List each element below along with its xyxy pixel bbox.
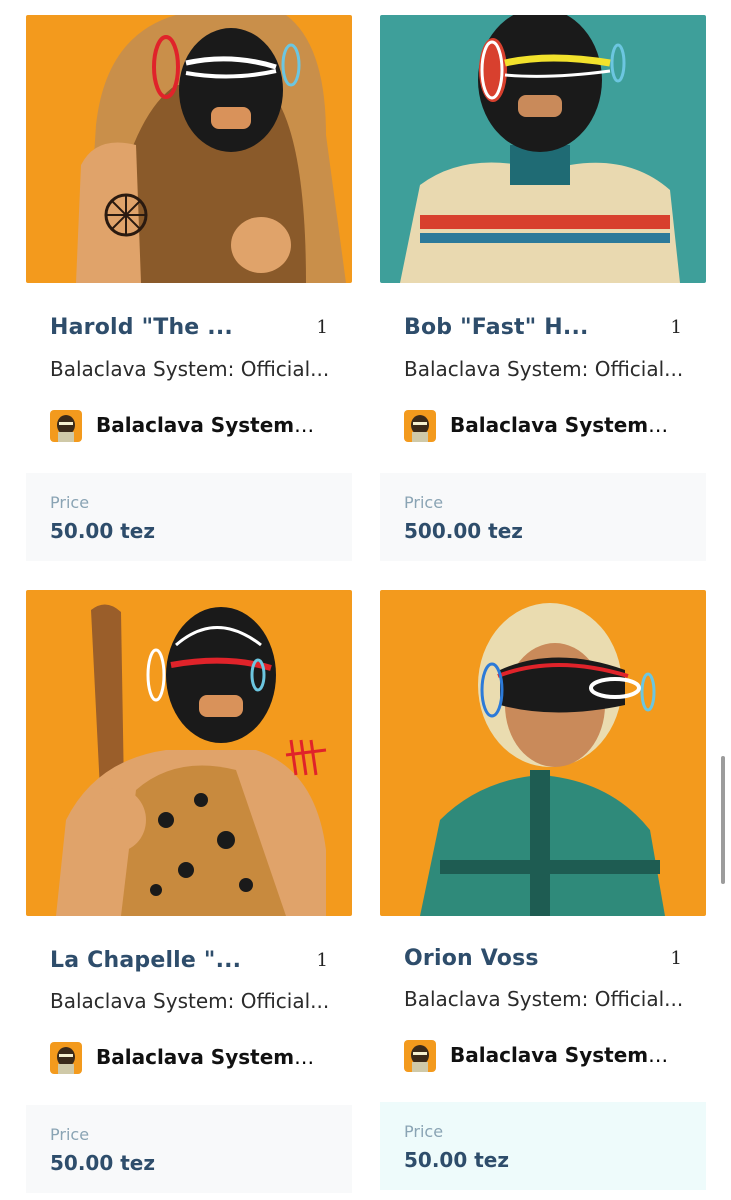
price-box: Price 50.00 tez [380, 1102, 706, 1190]
collection-name[interactable]: Balaclava System: Official... [404, 987, 686, 1011]
nft-artwork-image[interactable] [26, 15, 352, 283]
nft-card[interactable]: La Chapelle "... 1 Balaclava System: Off… [26, 590, 352, 1195]
creator-name: Balaclava System [96, 1045, 295, 1069]
nft-title[interactable]: La Chapelle "... [50, 948, 290, 973]
price-value: 50.00 tez [50, 1151, 155, 1175]
nft-card[interactable]: Orion Voss 1 Balaclava System: Official.… [380, 590, 706, 1195]
price-label: Price [404, 1122, 444, 1141]
nft-artwork-image[interactable] [26, 590, 352, 916]
creator-avatar [50, 1042, 82, 1074]
price-value: 50.00 tez [50, 519, 155, 543]
nft-artwork-image[interactable] [380, 15, 706, 283]
nft-title[interactable]: Orion Voss [404, 946, 644, 971]
nft-title[interactable]: Bob "Fast" H... [404, 315, 644, 340]
edition-count: 1 [316, 317, 328, 338]
price-label: Price [50, 493, 90, 512]
edition-count: 1 [670, 317, 682, 338]
creator-name: Balaclava System [450, 413, 649, 437]
creator-name: Balaclava System [450, 1043, 649, 1067]
nft-artwork-image[interactable] [380, 590, 706, 916]
creator-link[interactable]: Balaclava System@... [50, 410, 332, 444]
collection-name[interactable]: Balaclava System: Official... [50, 989, 332, 1013]
creator-link[interactable]: Balaclava System@... [404, 410, 686, 444]
creator-avatar [404, 1040, 436, 1072]
edition-count: 1 [316, 950, 328, 971]
price-value: 500.00 tez [404, 519, 523, 543]
nft-card[interactable]: Bob "Fast" H... 1 Balaclava System: Offi… [380, 15, 706, 561]
collection-name[interactable]: Balaclava System: Official... [50, 357, 332, 381]
price-box: Price 500.00 tez [380, 473, 706, 561]
creator-avatar [404, 410, 436, 442]
creator-link[interactable]: Balaclava System@... [50, 1042, 332, 1076]
nft-gallery-page: Harold "The ... 1 Balaclava System: Offi… [0, 0, 731, 1200]
collection-name[interactable]: Balaclava System: Official... [404, 357, 686, 381]
creator-avatar [50, 410, 82, 442]
nft-card[interactable]: Harold "The ... 1 Balaclava System: Offi… [26, 15, 352, 561]
price-box: Price 50.00 tez [26, 473, 352, 561]
price-label: Price [404, 493, 444, 512]
price-box: Price 50.00 tez [26, 1105, 352, 1193]
edition-count: 1 [670, 948, 682, 969]
creator-link[interactable]: Balaclava System@... [404, 1040, 686, 1074]
price-label: Price [50, 1125, 90, 1144]
scrollbar-thumb[interactable] [721, 756, 725, 884]
price-value: 50.00 tez [404, 1148, 509, 1172]
nft-title[interactable]: Harold "The ... [50, 315, 290, 340]
creator-name: Balaclava System [96, 413, 295, 437]
